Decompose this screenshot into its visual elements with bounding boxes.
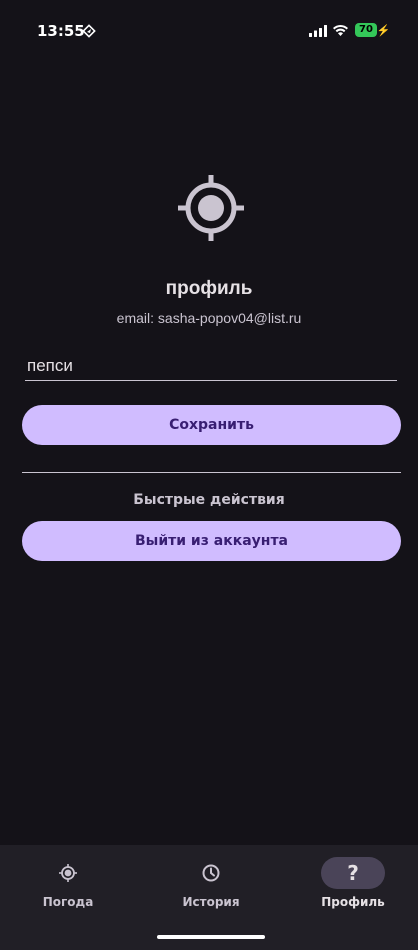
logout-button[interactable]: Выйти из аккаунта: [22, 521, 401, 561]
nav-item-weather[interactable]: Погода: [18, 857, 118, 909]
location-arrow-icon: [82, 24, 96, 38]
user-email: email: sasha-popov04@list.ru: [116, 310, 302, 326]
battery-level: 70: [355, 23, 377, 37]
nav-weather-label: Погода: [42, 895, 94, 909]
nav-profile-pill: ?: [321, 857, 385, 889]
divider: [22, 472, 401, 473]
save-button[interactable]: Сохранить: [22, 405, 401, 445]
cellular-signal-icon: [309, 25, 327, 37]
quick-actions-heading: Быстрые действия: [133, 492, 285, 508]
nav-item-history[interactable]: История: [161, 857, 261, 909]
save-button-label: Сохранить: [169, 417, 254, 433]
clock-icon: [202, 864, 220, 882]
status-bar: 13:55 70 ⚡: [0, 0, 418, 60]
nav-profile-label: Профиль: [321, 895, 385, 909]
question-icon: ?: [347, 861, 359, 885]
nav-history-label: История: [182, 895, 240, 909]
location-crosshair-icon: [178, 175, 244, 241]
logout-button-label: Выйти из аккаунта: [134, 533, 288, 549]
wifi-icon: [333, 24, 348, 36]
status-time: 13:55: [37, 22, 85, 40]
name-field[interactable]: [25, 353, 399, 381]
nav-item-profile[interactable]: ? Профиль: [303, 857, 403, 909]
battery-indicator: 70 ⚡: [355, 23, 391, 37]
charging-bolt-icon: ⚡: [376, 24, 391, 37]
crosshair-icon: [59, 864, 77, 882]
home-indicator[interactable]: [157, 935, 265, 939]
name-input[interactable]: [25, 353, 399, 379]
nav-history-pill: [179, 857, 243, 889]
page-title: профиль: [165, 278, 253, 299]
nav-weather-pill: [36, 857, 100, 889]
